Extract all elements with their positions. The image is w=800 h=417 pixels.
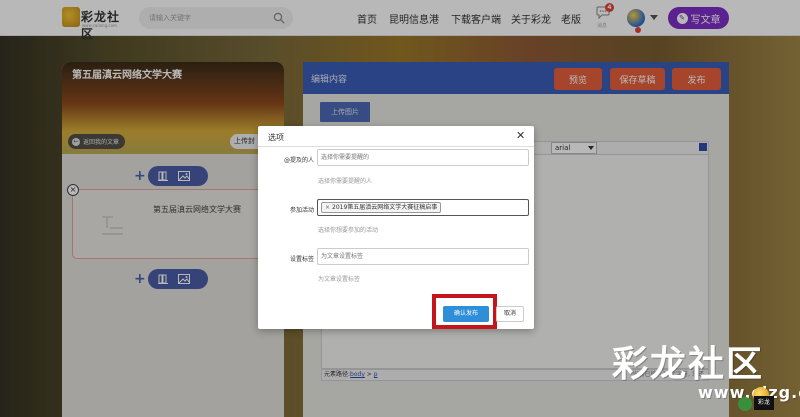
tags-input[interactable]: 为文章设置标签 (317, 248, 529, 265)
cancel-button[interactable]: 取消 (496, 306, 524, 322)
dialog-title: 选项 (268, 133, 284, 142)
tags-hint: 为文章设置标签 (318, 276, 361, 283)
activity-input[interactable]: × 2019第五届滇云网络文学大赛征稿启事 (317, 199, 529, 216)
options-dialog: 选项 ✕ @提及的人 选择你需要提醒的 选择你需要提醒的人 参加活动 × 2019… (258, 126, 534, 329)
watermark-badge: 彩龙 (754, 396, 774, 410)
tags-label: 设置标签 (289, 256, 314, 263)
activity-hint: 选择你想要参加的活动 (318, 227, 379, 234)
mention-hint: 选择你需要提醒的人 (318, 178, 373, 185)
mention-label: @提及的人 (283, 157, 314, 164)
dialog-divider (258, 146, 534, 147)
watermark-text: 彩龙社区 (612, 343, 765, 385)
close-icon[interactable]: ✕ (516, 130, 525, 142)
mention-input[interactable]: 选择你需要提醒的 (317, 149, 529, 166)
remove-tag-icon[interactable]: × (325, 204, 330, 211)
activity-tag: × 2019第五届滇云网络文学大赛征稿启事 (321, 202, 442, 213)
activity-tag-label: 2019第五届滇云网络文学大赛征稿启事 (332, 204, 438, 211)
confirm-publish-button[interactable]: 确认发布 (443, 306, 489, 322)
activity-label: 参加活动 (289, 207, 314, 214)
watermark-leaf-icon (738, 397, 752, 411)
